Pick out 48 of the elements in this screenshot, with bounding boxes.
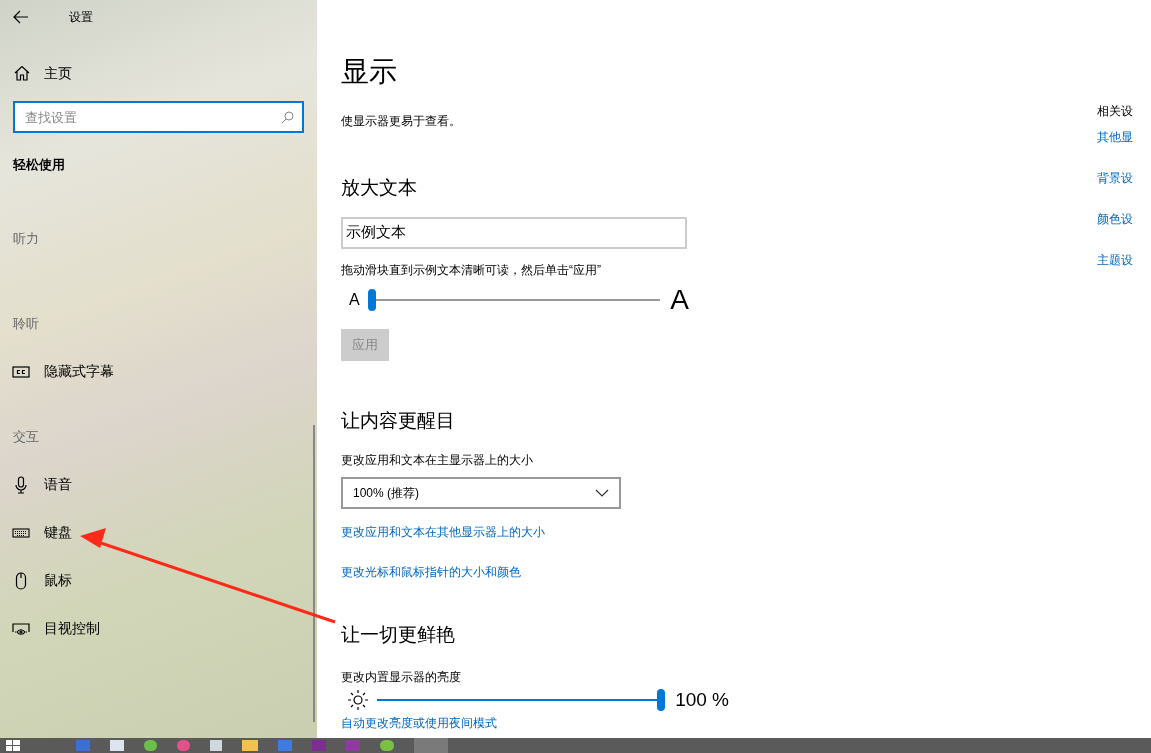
taskbar-app-icon[interactable] [144,740,157,751]
related-link[interactable]: 主题设 [1097,251,1133,269]
related-link[interactable]: 其他显 [1097,128,1133,146]
page-subtitle: 使显示器更易于查看。 [341,113,462,130]
sidebar-item[interactable]: 隐藏式字幕 [0,359,122,384]
chevron-down-icon [595,489,609,497]
taskbar-app-icon[interactable] [177,740,190,751]
related-link[interactable]: 背景设 [1097,169,1133,187]
brightness-reading: 100 % [675,687,729,712]
search-field[interactable]: 查找设置 [13,101,304,133]
slider-hint: 拖动滑块直到示例文本清晰可读，然后单击“应用” [341,261,602,279]
section-heading: 让内容更醒目 [341,408,456,433]
scrollbar[interactable] [313,425,315,722]
brightness-label: 更改内置显示器的亮度 [341,668,462,686]
related-heading: 相关设 [1097,103,1134,120]
small-a-label: A [349,289,360,310]
slider-thumb[interactable] [367,288,376,311]
sample-text-box: 示例文本 [341,216,687,249]
category-heading: 轻松使用 [12,156,66,174]
sidebar-item[interactable]: 语音 [0,472,80,497]
brightness-slider[interactable] [377,687,666,712]
search-icon[interactable] [281,111,294,124]
sidebar-item[interactable]: 键盘 [0,520,80,545]
text-size-slider[interactable] [367,287,661,312]
section-heading: 让一切更鲜艳 [341,623,456,647]
settings-link[interactable]: 更改光标和鼠标指针的大小和颜色 [341,563,521,581]
windows-logo-icon[interactable] [6,740,20,751]
settings-link[interactable]: 更改应用和文本在其他显示器上的大小 [341,523,545,541]
microphone-icon [12,475,30,494]
related-link[interactable]: 颜色设 [1097,210,1133,228]
home-icon [14,65,30,81]
section-heading: 放大文本 [341,176,418,200]
sidebar-item[interactable]: 目视控制 [0,616,108,641]
sun-icon [347,688,369,711]
group-heading: 听力 [12,229,40,248]
sidebar-item[interactable]: 主页 [0,61,317,85]
large-a-label: A [670,284,689,315]
page-title: 显示 [341,55,398,89]
taskbar-app-icon[interactable] [380,740,394,751]
slider-thumb[interactable] [657,688,666,711]
sidebar-item[interactable]: 鼠标 [0,568,80,593]
group-heading: 聆听 [12,314,40,333]
window-title: 设置 [69,9,93,26]
back-arrow-icon[interactable] [13,9,29,25]
dropdown-label: 更改应用和文本在主显示器上的大小 [341,452,534,469]
group-heading: 交互 [12,427,40,446]
scale-dropdown[interactable]: 100% (推荐) [341,477,621,509]
settings-link[interactable]: 自动更改亮度或使用夜间模式 [341,716,497,730]
